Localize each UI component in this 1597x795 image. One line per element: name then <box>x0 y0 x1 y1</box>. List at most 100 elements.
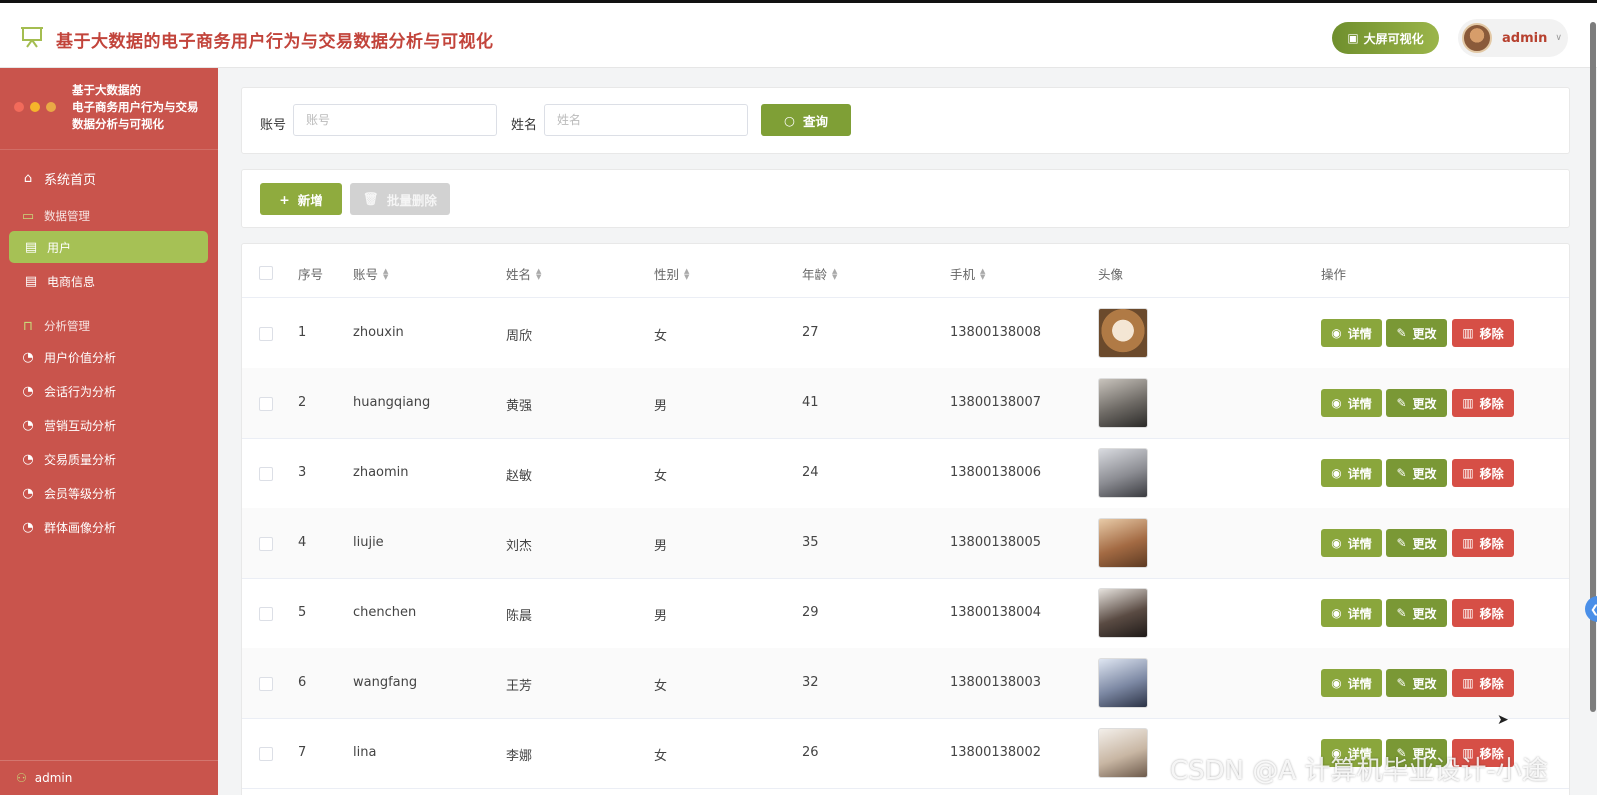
column-header-gender[interactable]: 性别 ▲ ▼ <box>654 264 689 283</box>
edit-label: 更改 <box>1412 676 1437 691</box>
sort-icon[interactable]: ▲ ▼ <box>383 267 388 280</box>
delete-label: 移除 <box>1479 606 1504 621</box>
bigscreen-button[interactable]: ▣ 大屏可视化 <box>1332 22 1439 54</box>
row-checkbox[interactable] <box>259 677 273 691</box>
row-checkbox[interactable] <box>259 537 273 551</box>
cell-age: 27 <box>802 325 819 340</box>
sidebar-item-analysis-5[interactable]: ◔ 会员等级分析 <box>0 477 218 509</box>
row-checkbox[interactable] <box>259 607 273 621</box>
sidebar-item-analysis-1[interactable]: ◔ 用户价值分析 <box>0 341 218 373</box>
divider <box>0 149 218 150</box>
sidebar-item-analysis-3[interactable]: ◔ 营销互动分析 <box>0 409 218 441</box>
avatar-image[interactable] <box>1098 378 1148 428</box>
user-menu[interactable]: admin ∨ <box>1458 19 1568 57</box>
pie-chart-icon: ◔ <box>22 383 34 399</box>
eye-icon: ◉ <box>1331 676 1342 690</box>
avatar <box>1462 23 1492 53</box>
sort-icon[interactable]: ▲ ▼ <box>684 267 689 280</box>
query-button[interactable]: ○ 查询 <box>761 104 851 136</box>
cell-gender: 女 <box>654 749 668 764</box>
pie-chart-icon: ◔ <box>22 451 34 467</box>
edit-label: 更改 <box>1412 466 1437 481</box>
column-label: 头像 <box>1098 267 1124 282</box>
avatar-image[interactable] <box>1098 728 1148 778</box>
trash-icon: ▥ <box>1462 676 1474 690</box>
brand-line: 电子商务用户行为与交易 <box>72 100 199 114</box>
sidebar-brand: 基于大数据的 电子商务用户行为与交易 数据分析与可视化 <box>72 82 217 133</box>
eye-icon: ◉ <box>1331 326 1342 340</box>
eye-icon: ◉ <box>1331 466 1342 480</box>
cell-phone: 13800138006 <box>950 465 1041 480</box>
cell-gender: 男 <box>654 609 668 624</box>
column-header-phone[interactable]: 手机 ▲ ▼ <box>950 264 985 283</box>
cell-account: wangfang <box>353 675 418 690</box>
document-icon: ▤ <box>24 273 38 289</box>
detail-button[interactable]: ◉ 详情 <box>1321 459 1382 487</box>
detail-button[interactable]: ◉ 详情 <box>1321 669 1382 697</box>
sidebar-item-home[interactable]: ⌂ 系统首页 <box>0 162 218 194</box>
delete-button[interactable]: ▥ 移除 <box>1452 669 1514 697</box>
name-label: 姓名 <box>511 118 538 133</box>
sort-icon[interactable]: ▲ ▼ <box>536 267 541 280</box>
sidebar-group-label: 分析管理 <box>44 319 90 333</box>
detail-button[interactable]: ◉ 详情 <box>1321 389 1382 417</box>
delete-button[interactable]: ▥ 移除 <box>1452 599 1514 627</box>
side-panel-toggle[interactable]: ❮ <box>1585 596 1597 622</box>
add-button[interactable]: + 新增 <box>260 183 342 215</box>
batch-delete-button[interactable]: 🗑︎ 批量删除 <box>350 183 450 215</box>
table-row: 4 liujie 刘杰 男 35 13800138005 ◉ 详情 ✎ 更改 ▥ 移除 <box>242 508 1569 579</box>
cell-index: 1 <box>298 325 307 340</box>
detail-button[interactable]: ◉ 详情 <box>1321 599 1382 627</box>
column-header-account[interactable]: 账号 ▲ ▼ <box>353 264 388 283</box>
select-all-checkbox[interactable] <box>259 266 273 280</box>
sidebar-item-label: 用户 <box>47 240 72 255</box>
delete-button[interactable]: ▥ 移除 <box>1452 529 1514 557</box>
avatar-image[interactable] <box>1098 518 1148 568</box>
column-label: 年龄 <box>802 267 828 282</box>
edit-button[interactable]: ✎ 更改 <box>1386 319 1447 347</box>
edit-button[interactable]: ✎ 更改 <box>1386 669 1447 697</box>
sidebar-item-ecommerce[interactable]: ▤ 电商信息 <box>0 265 218 297</box>
edit-button[interactable]: ✎ 更改 <box>1386 529 1447 557</box>
edit-button[interactable]: ✎ 更改 <box>1386 389 1447 417</box>
edit-button[interactable]: ✎ 更改 <box>1386 599 1447 627</box>
edit-label: 更改 <box>1412 396 1437 411</box>
sidebar-group-data[interactable]: ▭ 数据管理 <box>0 200 218 232</box>
sidebar-item-users[interactable]: ▤ 用户 <box>9 231 208 263</box>
avatar-image[interactable] <box>1098 448 1148 498</box>
row-checkbox[interactable] <box>259 327 273 341</box>
avatar-image[interactable] <box>1098 658 1148 708</box>
sidebar-item-analysis-4[interactable]: ◔ 交易质量分析 <box>0 443 218 475</box>
row-checkbox[interactable] <box>259 467 273 481</box>
sort-icon[interactable]: ▲ ▼ <box>832 267 837 280</box>
pie-chart-icon: ◔ <box>22 349 34 365</box>
avatar-image[interactable] <box>1098 308 1148 358</box>
name-search-input[interactable] <box>544 104 748 136</box>
edit-button[interactable]: ✎ 更改 <box>1386 459 1447 487</box>
row-checkbox[interactable] <box>259 747 273 761</box>
mouse-cursor-icon: ➤ <box>1497 712 1509 728</box>
avatar-image[interactable] <box>1098 588 1148 638</box>
delete-button[interactable]: ▥ 移除 <box>1452 389 1514 417</box>
delete-button[interactable]: ▥ 移除 <box>1452 459 1514 487</box>
delete-button[interactable]: ▥ 移除 <box>1452 319 1514 347</box>
column-header-age[interactable]: 年龄 ▲ ▼ <box>802 264 837 283</box>
cell-gender: 男 <box>654 399 668 414</box>
account-search-input[interactable] <box>293 104 497 136</box>
detail-button[interactable]: ◉ 详情 <box>1321 529 1382 557</box>
column-header-name[interactable]: 姓名 ▲ ▼ <box>506 264 541 283</box>
sidebar-item-analysis-6[interactable]: ◔ 群体画像分析 <box>0 511 218 543</box>
sort-icon[interactable]: ▲ ▼ <box>980 267 985 280</box>
cell-age: 32 <box>802 675 819 690</box>
pencil-icon: ✎ <box>1396 536 1407 550</box>
pie-chart-icon: ◔ <box>22 485 34 501</box>
detail-button[interactable]: ◉ 详情 <box>1321 319 1382 347</box>
cell-age: 41 <box>802 395 819 410</box>
row-checkbox[interactable] <box>259 397 273 411</box>
column-label: 性别 <box>654 267 680 282</box>
sidebar-item-analysis-2[interactable]: ◔ 会话行为分析 <box>0 375 218 407</box>
trash-icon: ▥ <box>1462 466 1474 480</box>
dot-orange-icon <box>46 102 56 112</box>
cell-gender: 男 <box>654 539 668 554</box>
sidebar-group-analysis[interactable]: ⊓ 分析管理 <box>0 310 218 342</box>
